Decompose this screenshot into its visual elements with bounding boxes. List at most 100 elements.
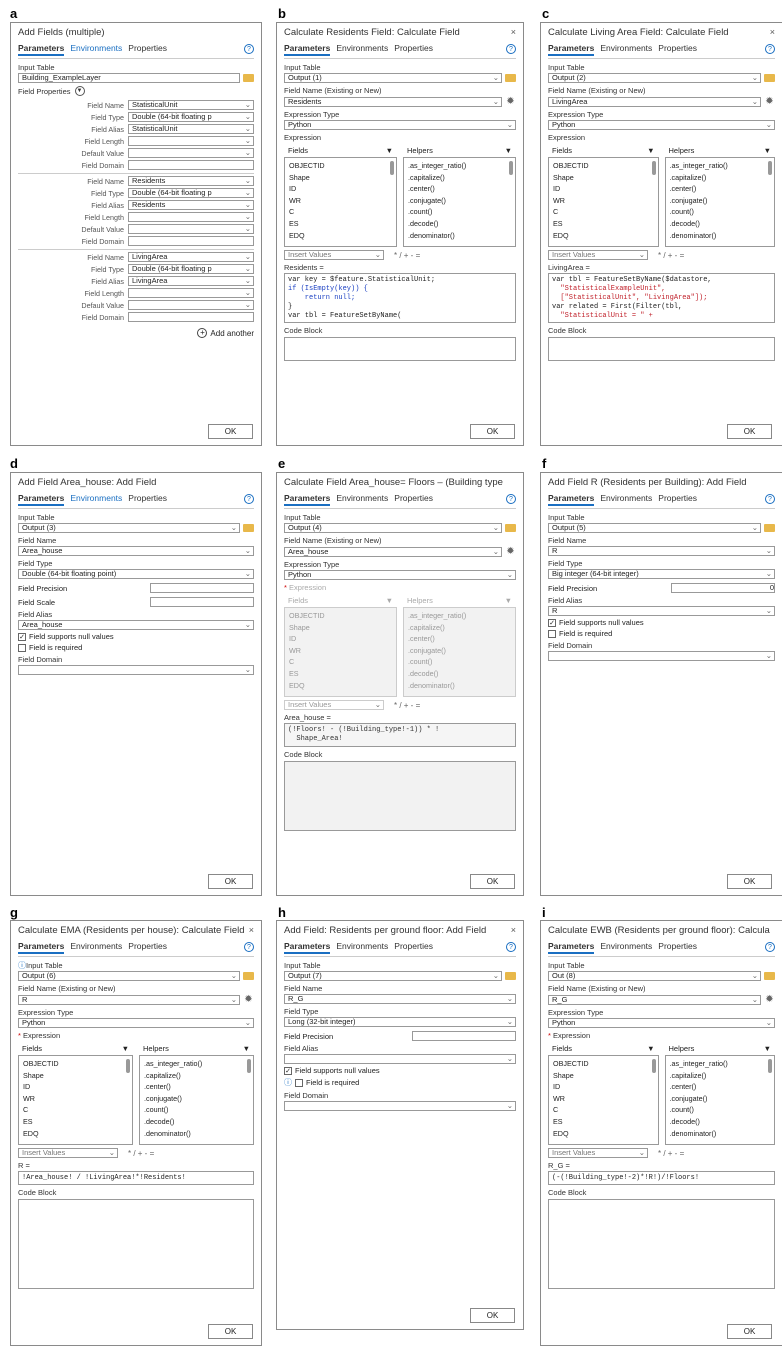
help-icon[interactable]: ? [506, 44, 516, 54]
code-block-editor[interactable] [18, 1199, 254, 1289]
filter-icon[interactable]: ▼ [505, 146, 512, 155]
list-item[interactable]: ID [553, 183, 654, 195]
list-item[interactable]: C [23, 1104, 128, 1116]
list-item[interactable]: .count() [670, 206, 771, 218]
folder-icon[interactable] [505, 524, 516, 532]
folder-icon[interactable] [505, 74, 516, 82]
input-table-field[interactable]: Output (4) ⌄ [284, 523, 502, 533]
list-item[interactable]: .as_integer_ratio() [144, 1058, 249, 1070]
helpers-list[interactable]: .as_integer_ratio() .capitalize() .center(… [403, 157, 516, 247]
folder-icon[interactable] [764, 74, 775, 82]
tab-environments[interactable]: Environments [600, 941, 652, 954]
field-precision-input[interactable]: 0 [671, 583, 775, 593]
filter-icon[interactable]: ▼ [647, 146, 654, 155]
field-type-select[interactable]: Double (64-bit floating p ⌄ [128, 188, 254, 198]
collapse-chevron-icon[interactable]: ▼ [74, 86, 85, 96]
tab-environments[interactable]: Environments [600, 493, 652, 506]
required-checkbox[interactable]: ⓘ Field is required [284, 1077, 516, 1088]
list-item[interactable]: OBJECTID [23, 1058, 128, 1070]
list-item[interactable]: OBJECTID [553, 160, 654, 172]
folder-icon[interactable] [764, 524, 775, 532]
field-name-input[interactable]: Residents ⌄ [128, 176, 254, 186]
insert-values-select[interactable]: Insert Values ⌄ [284, 700, 384, 710]
tab-environments[interactable]: Environments [70, 493, 122, 506]
list-item[interactable]: .decode() [670, 218, 771, 230]
tab-properties[interactable]: Properties [128, 941, 167, 954]
field-alias-input[interactable]: StatisticalUnit ⌄ [128, 124, 254, 134]
list-item[interactable]: .conjugate() [670, 195, 771, 207]
field-scale-input[interactable] [150, 597, 254, 607]
ok-button[interactable]: OK [470, 1308, 515, 1323]
input-table-field[interactable]: Output (1) ⌄ [284, 73, 502, 83]
expression-type-select[interactable]: Python ⌄ [18, 1018, 254, 1028]
list-item[interactable]: .conjugate() [670, 1093, 771, 1105]
list-item[interactable]: .capitalize() [408, 622, 511, 634]
field-alias-input[interactable]: ⌄ [284, 1054, 516, 1064]
folder-icon[interactable] [505, 972, 516, 980]
fields-list[interactable]: OBJECTID Shape ID WR C ES EDQ [548, 1055, 659, 1145]
scrollbar[interactable] [247, 1059, 251, 1073]
tab-properties[interactable]: Properties [658, 43, 697, 56]
ok-button[interactable]: OK [727, 424, 772, 439]
list-item[interactable]: EDQ [553, 1128, 654, 1140]
close-icon[interactable]: × [249, 925, 254, 935]
help-icon[interactable]: ? [244, 44, 254, 54]
helpers-list[interactable]: .as_integer_ratio() .capitalize() .center(… [403, 607, 516, 697]
tab-properties[interactable]: Properties [394, 43, 433, 56]
list-item[interactable]: .capitalize() [144, 1070, 249, 1082]
tab-environments[interactable]: Environments [70, 43, 122, 56]
list-item[interactable]: .as_integer_ratio() [670, 1058, 771, 1070]
list-item[interactable]: EDQ [553, 230, 654, 242]
input-table-field[interactable]: Output (5) ⌄ [548, 523, 761, 533]
expression-editor[interactable]: var key = $feature.StatisticalUnit; if (I… [284, 273, 516, 323]
help-icon[interactable]: ? [765, 942, 775, 952]
gear-icon[interactable]: ✹ [505, 96, 516, 107]
list-item[interactable]: .count() [144, 1104, 249, 1116]
tab-parameters[interactable]: Parameters [18, 941, 65, 954]
list-item[interactable]: ID [553, 1081, 654, 1093]
required-checkbox[interactable]: Field is required [548, 629, 775, 638]
gear-icon[interactable]: ✹ [764, 994, 775, 1005]
field-name-select[interactable]: R ⌄ [18, 994, 240, 1005]
list-item[interactable]: .center() [408, 633, 511, 645]
tab-properties[interactable]: Properties [394, 493, 433, 506]
helpers-list[interactable]: .as_integer_ratio() .capitalize() .center(… [664, 1055, 775, 1145]
field-domain-input[interactable] [128, 160, 254, 170]
list-item[interactable]: .center() [670, 1081, 771, 1093]
insert-values-select[interactable]: Insert Values ⌄ [548, 1148, 648, 1158]
field-domain-select[interactable]: ⌄ [548, 651, 775, 661]
helpers-list[interactable]: .as_integer_ratio() .capitalize() .center(… [139, 1055, 254, 1145]
code-block-editor[interactable] [548, 337, 775, 361]
tab-parameters[interactable]: Parameters [548, 493, 595, 506]
tab-properties[interactable]: Properties [394, 941, 433, 954]
list-item[interactable]: .conjugate() [408, 645, 511, 657]
null-values-checkbox[interactable]: ✓ Field supports null values [548, 618, 775, 627]
filter-icon[interactable]: ▼ [764, 1044, 771, 1053]
list-item[interactable]: .conjugate() [408, 195, 511, 207]
tab-parameters[interactable]: Parameters [18, 43, 65, 56]
list-item[interactable]: .decode() [408, 218, 511, 230]
required-checkbox[interactable]: Field is required [18, 643, 254, 652]
expression-type-select[interactable]: Python ⌄ [284, 120, 516, 130]
input-table-field[interactable]: Output (3) ⌄ [18, 523, 240, 533]
insert-values-select[interactable]: Insert Values ⌄ [548, 250, 648, 260]
list-item[interactable]: Shape [289, 622, 392, 634]
list-item[interactable]: Shape [553, 1070, 654, 1082]
list-item[interactable]: .denominator() [408, 680, 511, 692]
filter-icon[interactable]: ▼ [386, 596, 393, 605]
list-item[interactable]: Shape [23, 1070, 128, 1082]
list-item[interactable]: .decode() [144, 1116, 249, 1128]
tab-properties[interactable]: Properties [128, 493, 167, 506]
list-item[interactable]: .decode() [670, 1116, 771, 1128]
tab-parameters[interactable]: Parameters [284, 43, 331, 56]
list-item[interactable]: .denominator() [144, 1128, 249, 1140]
info-icon[interactable]: ⓘ [18, 961, 26, 970]
list-item[interactable]: .count() [408, 656, 511, 668]
field-name-select[interactable]: Residents ⌄ [284, 96, 502, 107]
filter-icon[interactable]: ▼ [122, 1044, 129, 1053]
field-length-input[interactable]: ⌄ [128, 288, 254, 298]
tab-parameters[interactable]: Parameters [18, 493, 65, 506]
code-block-editor[interactable] [284, 337, 516, 361]
ok-button[interactable]: OK [470, 424, 515, 439]
operator-buttons[interactable]: * / + - = [394, 701, 420, 710]
